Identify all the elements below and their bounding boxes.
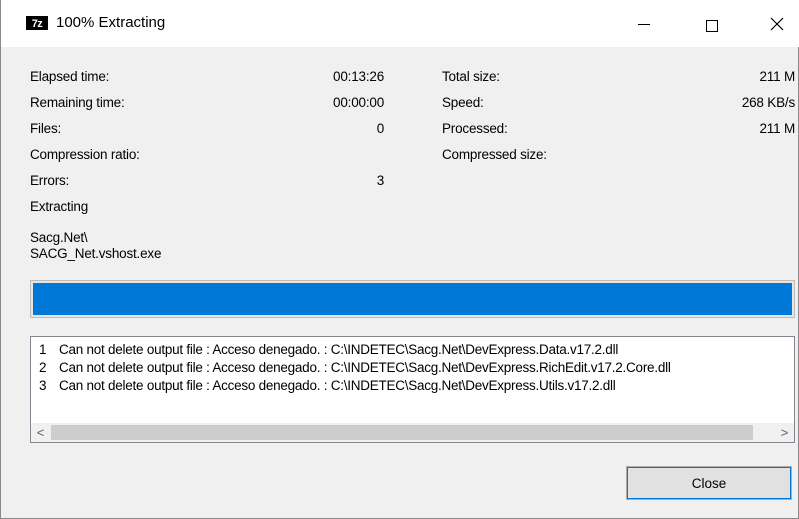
log-entry-number: 2 <box>39 360 47 375</box>
window-title: 100% Extracting <box>56 14 166 31</box>
horizontal-scrollbar[interactable]: < > <box>31 423 794 442</box>
minimize-icon <box>638 24 650 25</box>
remaining-time-value: 00:00:00 <box>333 95 384 110</box>
log-entry-number: 3 <box>39 378 47 393</box>
maximize-button[interactable] <box>689 0 735 47</box>
errors-value: 3 <box>376 173 385 188</box>
processed-label: Processed: <box>442 121 508 136</box>
scroll-right-button[interactable]: > <box>775 423 794 442</box>
log-entry[interactable]: 2 Can not delete output file : Acceso den… <box>39 360 671 375</box>
operation-status: Extracting <box>30 199 89 214</box>
chevron-right-icon: > <box>780 425 789 440</box>
log-entry[interactable]: 3 Can not delete output file : Acceso den… <box>39 378 616 393</box>
current-file: SACG_Net.vshost.exe <box>30 246 162 261</box>
scrollbar-thumb[interactable] <box>51 425 753 440</box>
close-icon <box>770 17 784 30</box>
speed-label: Speed: <box>442 95 484 110</box>
total-size-value: 211 M <box>759 69 795 84</box>
errors-label: Errors: <box>30 173 70 188</box>
compressed-size-label: Compressed size: <box>442 147 547 162</box>
chevron-left-icon: < <box>36 425 45 440</box>
scroll-left-button[interactable]: < <box>31 423 50 442</box>
maximize-icon <box>706 19 718 32</box>
elapsed-time-label: Elapsed time: <box>30 69 110 84</box>
compression-ratio-label: Compression ratio: <box>30 147 140 162</box>
log-entry[interactable]: 1 Can not delete output file : Acceso den… <box>39 342 618 357</box>
remaining-time-label: Remaining time: <box>30 95 125 110</box>
7zip-icon: 7z <box>26 16 48 30</box>
progress-bar <box>30 280 795 318</box>
files-value: 0 <box>376 121 385 136</box>
close-window-button[interactable] <box>754 0 799 47</box>
log-entry-number: 1 <box>39 342 47 357</box>
files-label: Files: <box>30 121 62 136</box>
total-size-label: Total size: <box>442 69 500 84</box>
log-entry-text: Can not delete output file : Acceso dene… <box>59 342 619 357</box>
minimize-button[interactable] <box>621 0 667 47</box>
elapsed-time-value: 00:13:26 <box>333 69 384 84</box>
title-bar[interactable]: 7z 100% Extracting <box>1 0 799 47</box>
close-button[interactable]: Close <box>626 466 792 500</box>
current-path: Sacg.Net\ <box>30 230 88 245</box>
extraction-dialog: 7z 100% Extracting Elapsed time: 00:13:2… <box>0 0 799 519</box>
log-entry-text: Can not delete output file : Acceso dene… <box>59 360 671 375</box>
progress-fill <box>33 283 792 315</box>
speed-value: 268 KB/s <box>741 95 795 110</box>
log-entry-text: Can not delete output file : Acceso dene… <box>59 378 616 393</box>
error-log-list[interactable]: 1 Can not delete output file : Acceso den… <box>30 336 795 443</box>
processed-value: 211 M <box>759 121 795 136</box>
